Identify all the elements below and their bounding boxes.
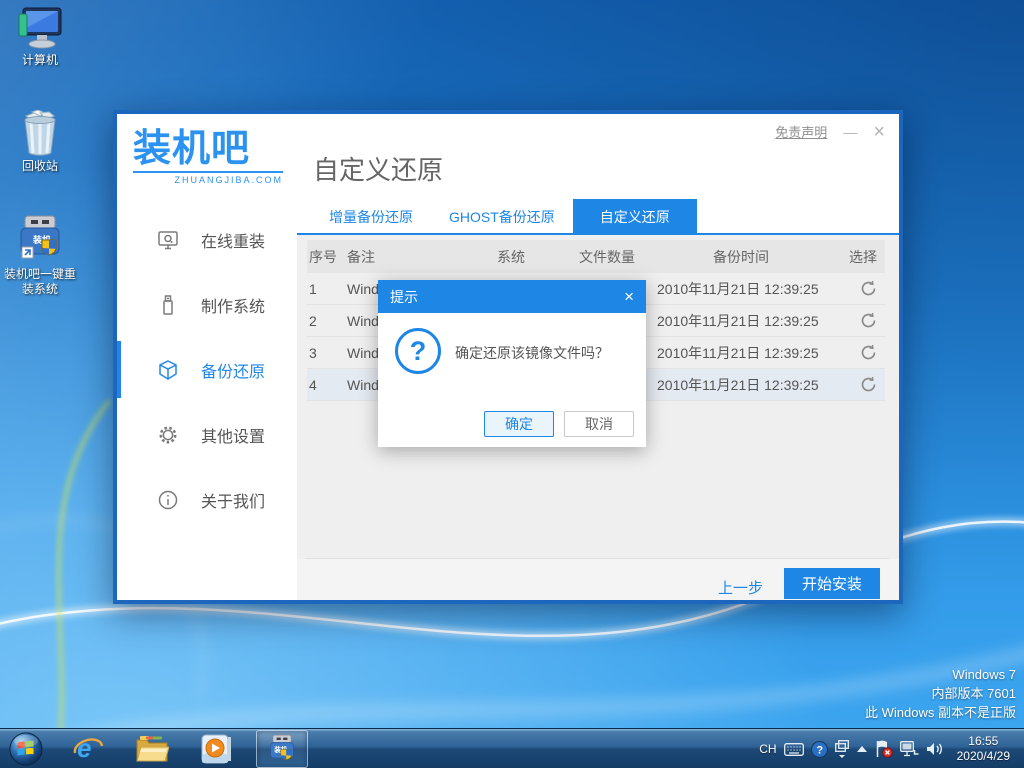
- desktop: 计算机 回收站 装机 装机吧一键重装系统 Windows 7: [0, 0, 1024, 768]
- col-header-remark: 备注: [347, 247, 497, 267]
- sidebar: 在线重装 制作系统 备份还原 其他设置: [117, 199, 297, 600]
- question-icon: ?: [395, 328, 441, 374]
- taskbar-zhuangjiba-button[interactable]: 装机: [256, 730, 308, 768]
- watermark-line: Windows 7: [865, 665, 1016, 684]
- recycle-bin-icon: [18, 110, 62, 156]
- logo-domain: ZHUANGJIBA.COM: [133, 171, 283, 185]
- cell-time: 2010年11月21日 12:39:25: [657, 279, 825, 299]
- cancel-button[interactable]: 取消: [564, 411, 634, 437]
- sidebar-item-label: 在线重装: [201, 228, 265, 252]
- dialog-close-icon[interactable]: ×: [624, 288, 634, 305]
- watermark-line: 此 Windows 副本不是正版: [865, 703, 1016, 722]
- minimize-icon[interactable]: —: [843, 125, 857, 139]
- dialog-title: 提示: [390, 287, 624, 307]
- show-hidden-icons[interactable]: [856, 745, 868, 753]
- cell-no: 4: [307, 377, 347, 393]
- tray-app-window-icon[interactable]: [835, 740, 849, 758]
- restore-icon[interactable]: [860, 344, 877, 361]
- page-title: 自定义还原: [313, 150, 443, 187]
- svg-text:?: ?: [816, 744, 823, 756]
- tab-strip: 增量备份还原 GHOST备份还原 自定义还原: [297, 199, 899, 235]
- app-logo: 装机吧 ZHUANGJIBA.COM: [133, 128, 293, 185]
- help-icon[interactable]: ?: [811, 741, 828, 758]
- window-footer: 上一步 开始安装: [297, 559, 899, 600]
- dialog-message: 确定还原该镜像文件吗？: [455, 343, 609, 363]
- taskbar-explorer-button[interactable]: [126, 730, 178, 768]
- sidebar-item-label: 制作系统: [201, 293, 265, 317]
- windows-watermark: Windows 7 内部版本 7601 此 Windows 副本不是正版: [865, 665, 1016, 722]
- logo-text: 装机吧: [133, 128, 250, 170]
- settings-gear-icon: [157, 424, 179, 446]
- cell-no: 2: [307, 313, 347, 329]
- titlebar-controls: 免责声明 — ×: [775, 122, 885, 141]
- watermark-line: 内部版本 7601: [865, 684, 1016, 703]
- taskbar-ie-button[interactable]: e: [62, 730, 114, 768]
- usb-make-icon: [157, 294, 179, 316]
- explorer-folder-icon: [135, 734, 169, 764]
- clock-time: 16:55: [957, 734, 1010, 749]
- volume-icon[interactable]: [926, 741, 944, 757]
- confirm-button[interactable]: 确定: [484, 411, 554, 437]
- sidebar-active-indicator: [117, 341, 121, 398]
- start-button[interactable]: [4, 729, 48, 769]
- action-center-flag-icon[interactable]: [875, 740, 893, 758]
- clock[interactable]: 16:55 2020/4/29: [951, 734, 1016, 764]
- col-header-select: 选择: [825, 247, 885, 267]
- system-tray: CH ? 16:55 2020/4: [759, 729, 1024, 769]
- desktop-icon-computer[interactable]: 计算机: [4, 6, 76, 68]
- cell-no: 3: [307, 345, 347, 361]
- sidebar-item-about-us[interactable]: 关于我们: [117, 467, 297, 532]
- sidebar-item-label: 备份还原: [201, 358, 265, 382]
- restore-icon[interactable]: [860, 280, 877, 297]
- internet-explorer-icon: e: [72, 733, 104, 765]
- network-icon[interactable]: [900, 741, 919, 757]
- close-icon[interactable]: ×: [873, 124, 885, 140]
- desktop-icon-label: 回收站: [4, 159, 76, 174]
- windows-logo-icon: [9, 732, 43, 766]
- disclaimer-link[interactable]: 免责声明: [775, 122, 827, 141]
- sidebar-item-label: 关于我们: [201, 488, 265, 512]
- desktop-icon-label: 装机吧一键重装系统: [4, 267, 76, 297]
- usb-installer-icon: 装机: [267, 734, 297, 764]
- cell-no: 1: [307, 281, 347, 297]
- cell-time: 2010年11月21日 12:39:25: [657, 375, 825, 395]
- backup-restore-icon: [157, 359, 179, 381]
- restore-icon[interactable]: [860, 376, 877, 393]
- sidebar-item-online-reinstall[interactable]: 在线重装: [117, 207, 297, 272]
- sidebar-item-make-system[interactable]: 制作系统: [117, 272, 297, 337]
- table-header-row: 序号 备注 系统 文件数量 备份时间 选择: [307, 240, 885, 273]
- col-header-system: 系统: [497, 247, 579, 267]
- taskbar-media-player-button[interactable]: [190, 730, 242, 768]
- confirm-dialog: 提示 × ? 确定还原该镜像文件吗？ 确定 取消: [378, 280, 646, 447]
- back-step-link[interactable]: 上一步: [718, 577, 763, 598]
- computer-icon: [17, 6, 63, 50]
- keyboard-icon[interactable]: [784, 743, 804, 756]
- dialog-header: 提示 ×: [378, 280, 646, 313]
- desktop-icon-recycle-bin[interactable]: 回收站: [4, 110, 76, 174]
- cell-time: 2010年11月21日 12:39:25: [657, 343, 825, 363]
- col-header-no: 序号: [307, 247, 347, 267]
- taskbar: e: [0, 728, 1024, 768]
- desktop-icon-zhuangjiba[interactable]: 装机 装机吧一键重装系统: [4, 214, 76, 297]
- language-indicator[interactable]: CH: [759, 742, 776, 756]
- sidebar-item-label: 其他设置: [201, 423, 265, 447]
- usb-installer-icon: 装机: [15, 214, 65, 264]
- sidebar-item-backup-restore[interactable]: 备份还原: [117, 337, 297, 402]
- clock-date: 2020/4/29: [957, 749, 1010, 764]
- media-player-icon: [200, 733, 232, 765]
- cell-time: 2010年11月21日 12:39:25: [657, 311, 825, 331]
- col-header-count: 文件数量: [579, 247, 657, 267]
- desktop-icon-label: 计算机: [4, 53, 76, 68]
- svg-text:e: e: [77, 733, 91, 763]
- tab-ghost-backup-restore[interactable]: GHOST备份还原: [431, 199, 573, 233]
- start-install-button[interactable]: 开始安装: [784, 568, 880, 599]
- online-reinstall-icon: [157, 229, 179, 251]
- tab-custom-restore[interactable]: 自定义还原: [573, 199, 697, 233]
- col-header-time: 备份时间: [657, 247, 825, 267]
- tab-incremental-backup-restore[interactable]: 增量备份还原: [311, 199, 431, 233]
- sidebar-item-other-settings[interactable]: 其他设置: [117, 402, 297, 467]
- about-info-icon: [157, 489, 179, 511]
- restore-icon[interactable]: [860, 312, 877, 329]
